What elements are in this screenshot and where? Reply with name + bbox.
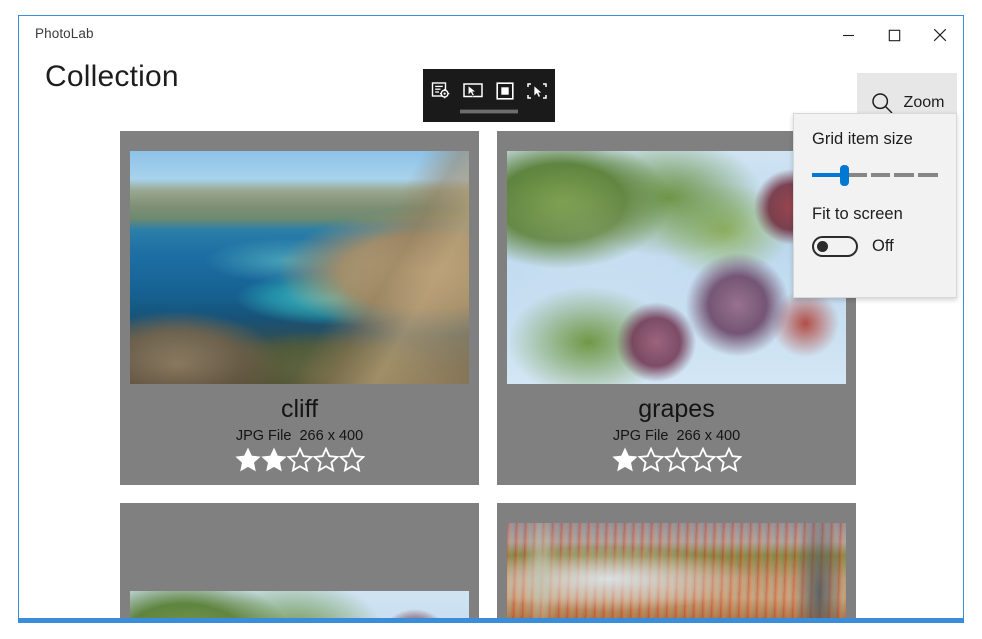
select-pointer-icon xyxy=(463,83,483,98)
window-caption-buttons xyxy=(825,16,963,54)
app-window: PhotoLab Collection Zoom Grid item size … xyxy=(18,15,964,623)
app-title: PhotoLab xyxy=(35,26,94,41)
minimize-icon xyxy=(842,34,854,36)
card-thumbnail xyxy=(130,151,469,384)
window-bottom-accent xyxy=(19,618,963,622)
card-title: grapes xyxy=(638,395,715,423)
select-all-pointer-icon-button[interactable] xyxy=(521,76,553,106)
select-pointer-icon-button[interactable] xyxy=(457,76,489,106)
frame-square-icon-button[interactable] xyxy=(489,76,521,106)
star-filled-icon[interactable] xyxy=(234,447,261,472)
star-empty-icon[interactable] xyxy=(286,447,313,473)
fit-to-screen-label: Fit to screen xyxy=(812,205,903,223)
page-header: Collection Zoom xyxy=(19,54,963,133)
select-all-pointer-icon xyxy=(527,83,547,99)
card-dimensions: 266 x 400 xyxy=(676,428,741,445)
grid-item-size-slider[interactable] xyxy=(812,165,938,186)
card-file-type: JPG File xyxy=(612,428,669,445)
slider-segment xyxy=(846,173,867,177)
grid-item-card[interactable] xyxy=(497,503,856,622)
photo-cliff-image xyxy=(130,151,469,384)
slider-segment xyxy=(894,173,915,177)
star-empty-icon[interactable] xyxy=(715,447,742,473)
list-settings-icon-button[interactable] xyxy=(425,76,457,106)
command-toolbar[interactable] xyxy=(423,69,555,122)
rating-stars[interactable] xyxy=(234,447,365,473)
toolbar-drag-grip[interactable] xyxy=(460,109,518,114)
star-filled-icon[interactable] xyxy=(260,447,287,472)
star-empty-icon[interactable] xyxy=(663,447,690,473)
star-empty-icon[interactable] xyxy=(338,447,365,473)
photo-leaves-image xyxy=(507,523,846,622)
card-file-type: JPG File xyxy=(235,428,292,445)
card-thumbnail xyxy=(507,523,846,622)
zoom-flyout-panel: Grid item size Fit to screen Off xyxy=(793,113,957,298)
star-empty-icon[interactable] xyxy=(689,447,716,473)
star-empty-icon[interactable] xyxy=(312,447,339,473)
maximize-icon xyxy=(888,29,900,41)
toggle-knob xyxy=(817,241,828,252)
page-title: Collection xyxy=(45,60,179,93)
fit-to-screen-toggle[interactable] xyxy=(812,236,858,257)
card-dimensions: 266 x 400 xyxy=(299,428,364,445)
grid-item-card[interactable] xyxy=(120,503,479,622)
frame-square-icon xyxy=(496,82,514,100)
maximize-button[interactable] xyxy=(871,16,917,54)
zoom-button-label: Zoom xyxy=(903,94,945,111)
grid-item-size-label: Grid item size xyxy=(812,130,913,148)
card-metadata: JPG File 266 x 400 xyxy=(613,428,740,444)
slider-thumb[interactable] xyxy=(839,165,849,186)
card-metadata: JPG File 266 x 400 xyxy=(236,428,363,444)
grid-item-card[interactable]: cliff JPG File 266 x 400 xyxy=(120,131,479,485)
close-button[interactable] xyxy=(917,16,963,54)
list-settings-icon xyxy=(431,82,450,99)
star-empty-icon[interactable] xyxy=(637,447,664,473)
slider-segment xyxy=(918,173,938,177)
minimize-button[interactable] xyxy=(825,16,871,54)
fit-to-screen-row: Off xyxy=(812,236,938,257)
card-title: cliff xyxy=(280,395,319,423)
star-filled-icon[interactable] xyxy=(611,447,638,472)
rating-stars[interactable] xyxy=(611,447,742,473)
search-icon xyxy=(871,92,893,114)
title-bar: PhotoLab xyxy=(19,16,963,54)
slider-segment xyxy=(870,173,891,177)
screenshot-root: PhotoLab Collection Zoom Grid item size … xyxy=(0,0,982,639)
fit-to-screen-state: Off xyxy=(872,237,894,255)
close-icon xyxy=(933,28,947,42)
